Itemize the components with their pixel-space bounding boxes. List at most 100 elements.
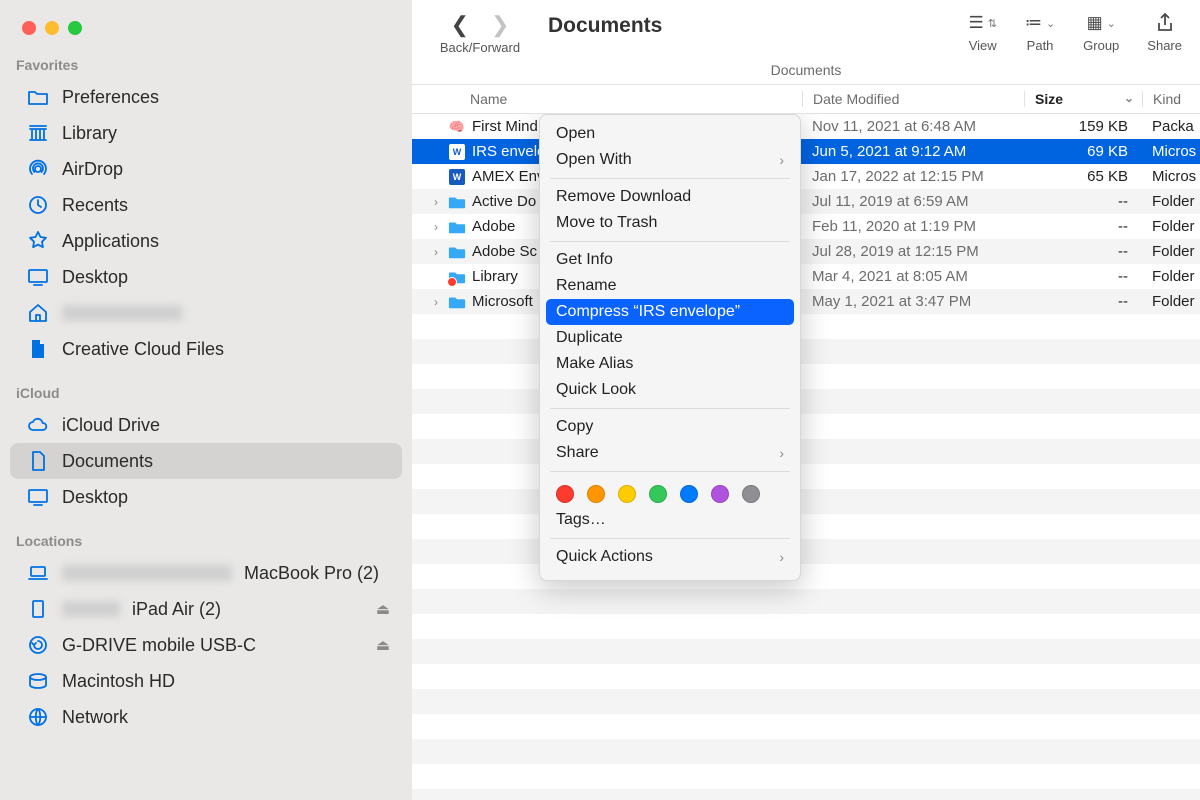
table-row[interactable]: WAMEX EnvJan 17, 2022 at 12:15 PM65 KBMi… <box>412 164 1200 189</box>
sidebar-item-label: Desktop <box>62 487 128 508</box>
context-menu: Open Open With› Remove Download Move to … <box>539 114 801 581</box>
ctx-open-with[interactable]: Open With› <box>540 147 800 173</box>
tag-color-dot[interactable] <box>556 485 574 503</box>
close-window-button[interactable] <box>22 21 36 35</box>
disclosure-triangle[interactable]: › <box>430 245 442 259</box>
sidebar-item-g-drive-mobile-usb-c[interactable]: G-DRIVE mobile USB-C⏏ <box>10 627 402 663</box>
table-row[interactable]: ›MicrosoftMay 1, 2021 at 3:47 PM--Folder <box>412 289 1200 314</box>
ctx-compress[interactable]: Compress “IRS envelope” <box>546 299 794 325</box>
sidebar-item-macintosh-hd[interactable]: Macintosh HD <box>10 663 402 699</box>
tag-color-dot[interactable] <box>742 485 760 503</box>
forward-button[interactable]: ❯ <box>491 12 509 38</box>
file-name: Adobe Sc <box>472 243 537 260</box>
sidebar-item-recents[interactable]: Recents <box>10 187 402 223</box>
disclosure-triangle[interactable]: › <box>430 195 442 209</box>
file-date: Jun 5, 2021 at 9:12 AM <box>802 143 1024 160</box>
sidebar-item-label: Applications <box>62 231 159 252</box>
table-row[interactable]: LibraryMar 4, 2021 at 8:05 AM--Folder <box>412 264 1200 289</box>
zoom-window-button[interactable] <box>68 21 82 35</box>
minimize-window-button[interactable] <box>45 21 59 35</box>
word-doc-icon: W <box>449 144 465 160</box>
main-pane: ❮ ❯ Back/Forward Documents ☰⇅ View ≔⌄ Pa… <box>412 0 1200 800</box>
ctx-get-info[interactable]: Get Info <box>540 247 800 273</box>
document-icon <box>26 450 50 472</box>
header-name[interactable]: Name <box>412 91 802 107</box>
path-button[interactable]: ≔⌄ Path <box>1025 12 1055 53</box>
disclosure-triangle[interactable]: › <box>430 295 442 309</box>
share-button[interactable]: Share <box>1147 12 1182 53</box>
eject-icon[interactable]: ⏏ <box>376 600 390 618</box>
file-icon: 🧠 <box>448 118 466 136</box>
file-kind: Folder <box>1142 293 1200 310</box>
ctx-share[interactable]: Share› <box>540 440 800 466</box>
updown-icon: ⇅ <box>988 17 997 30</box>
sort-indicator-icon: ⌄ <box>1124 91 1134 105</box>
file-kind: Folder <box>1142 218 1200 235</box>
file-name: Active Do <box>472 193 536 210</box>
header-date[interactable]: Date Modified <box>802 91 1024 107</box>
table-row[interactable]: 🧠First Mind Map testNov 11, 2021 at 6:48… <box>412 114 1200 139</box>
sidebar-item-ipad-air-2-[interactable]: iPad Air (2)⏏ <box>10 591 402 627</box>
ctx-quick-actions[interactable]: Quick Actions› <box>540 544 800 570</box>
back-button[interactable]: ❮ <box>451 12 469 38</box>
sidebar-item-desktop[interactable]: Desktop <box>10 259 402 295</box>
tag-color-dot[interactable] <box>711 485 729 503</box>
ctx-remove-download[interactable]: Remove Download <box>540 184 800 210</box>
sidebar-item-applications[interactable]: Applications <box>10 223 402 259</box>
table-row[interactable]: ›AdobeFeb 11, 2020 at 1:19 PM--Folder <box>412 214 1200 239</box>
redacted-label <box>62 565 232 581</box>
window-controls <box>0 0 412 49</box>
ctx-open[interactable]: Open <box>540 121 800 147</box>
disclosure-triangle[interactable]: › <box>430 220 442 234</box>
sidebar-item-home[interactable] <box>10 295 402 331</box>
eject-icon[interactable]: ⏏ <box>376 636 390 654</box>
list-view-icon: ☰ <box>968 13 983 33</box>
path-bar[interactable]: Documents <box>412 60 1200 84</box>
sidebar-item-creative-cloud-files[interactable]: Creative Cloud Files <box>10 331 402 367</box>
sidebar-item-network[interactable]: Network <box>10 699 402 735</box>
desktop-icon <box>26 486 50 508</box>
ctx-duplicate[interactable]: Duplicate <box>540 325 800 351</box>
file-kind: Packa <box>1142 118 1200 135</box>
file-icon <box>448 193 466 211</box>
folder-icon <box>26 86 50 108</box>
ctx-tags[interactable]: Tags… <box>540 507 800 533</box>
table-row[interactable]: WIRS enveloJun 5, 2021 at 9:12 AM69 KBMi… <box>412 139 1200 164</box>
sidebar-item-documents[interactable]: Documents <box>10 443 402 479</box>
tag-color-dot[interactable] <box>587 485 605 503</box>
ctx-move-to-trash[interactable]: Move to Trash <box>540 210 800 236</box>
chevron-down-icon: ⌄ <box>1046 17 1055 30</box>
tag-color-dot[interactable] <box>680 485 698 503</box>
ctx-quick-look[interactable]: Quick Look <box>540 377 800 403</box>
sidebar-item-preferences[interactable]: Preferences <box>10 79 402 115</box>
view-button[interactable]: ☰⇅ View <box>968 12 996 53</box>
sidebar-item-airdrop[interactable]: AirDrop <box>10 151 402 187</box>
table-row[interactable]: ›Adobe ScJul 28, 2019 at 12:15 PM--Folde… <box>412 239 1200 264</box>
tag-color-dot[interactable] <box>649 485 667 503</box>
laptop-icon <box>26 562 50 584</box>
chevron-right-icon: › <box>779 549 784 565</box>
ctx-copy[interactable]: Copy <box>540 414 800 440</box>
sidebar-item-library[interactable]: Library <box>10 115 402 151</box>
sidebar-item-label: Preferences <box>62 87 159 108</box>
ctx-make-alias[interactable]: Make Alias <box>540 351 800 377</box>
header-size[interactable]: Size⌄ <box>1024 91 1142 107</box>
sidebar-item-macbook-pro-2-[interactable]: MacBook Pro (2) <box>10 555 402 591</box>
sidebar-item-icloud-drive[interactable]: iCloud Drive <box>10 407 402 443</box>
sidebar-item-desktop[interactable]: Desktop <box>10 479 402 515</box>
file-icon <box>448 268 466 286</box>
file-date: Feb 11, 2020 at 1:19 PM <box>802 218 1024 235</box>
table-row[interactable]: ›Active DoJul 11, 2019 at 6:59 AM--Folde… <box>412 189 1200 214</box>
tag-color-dot[interactable] <box>618 485 636 503</box>
file-size: -- <box>1024 268 1142 285</box>
sidebar-item-label: AirDrop <box>62 159 123 180</box>
file-name: Microsoft <box>472 293 533 310</box>
file-date: Jan 17, 2022 at 12:15 PM <box>802 168 1024 185</box>
ctx-rename[interactable]: Rename <box>540 273 800 299</box>
path-icon: ≔ <box>1025 13 1042 33</box>
home-icon <box>26 302 50 324</box>
group-button[interactable]: ▦⌄ Group <box>1083 12 1119 53</box>
file-size: -- <box>1024 193 1142 210</box>
header-kind[interactable]: Kind <box>1142 91 1200 107</box>
file-name: Library <box>472 268 518 285</box>
